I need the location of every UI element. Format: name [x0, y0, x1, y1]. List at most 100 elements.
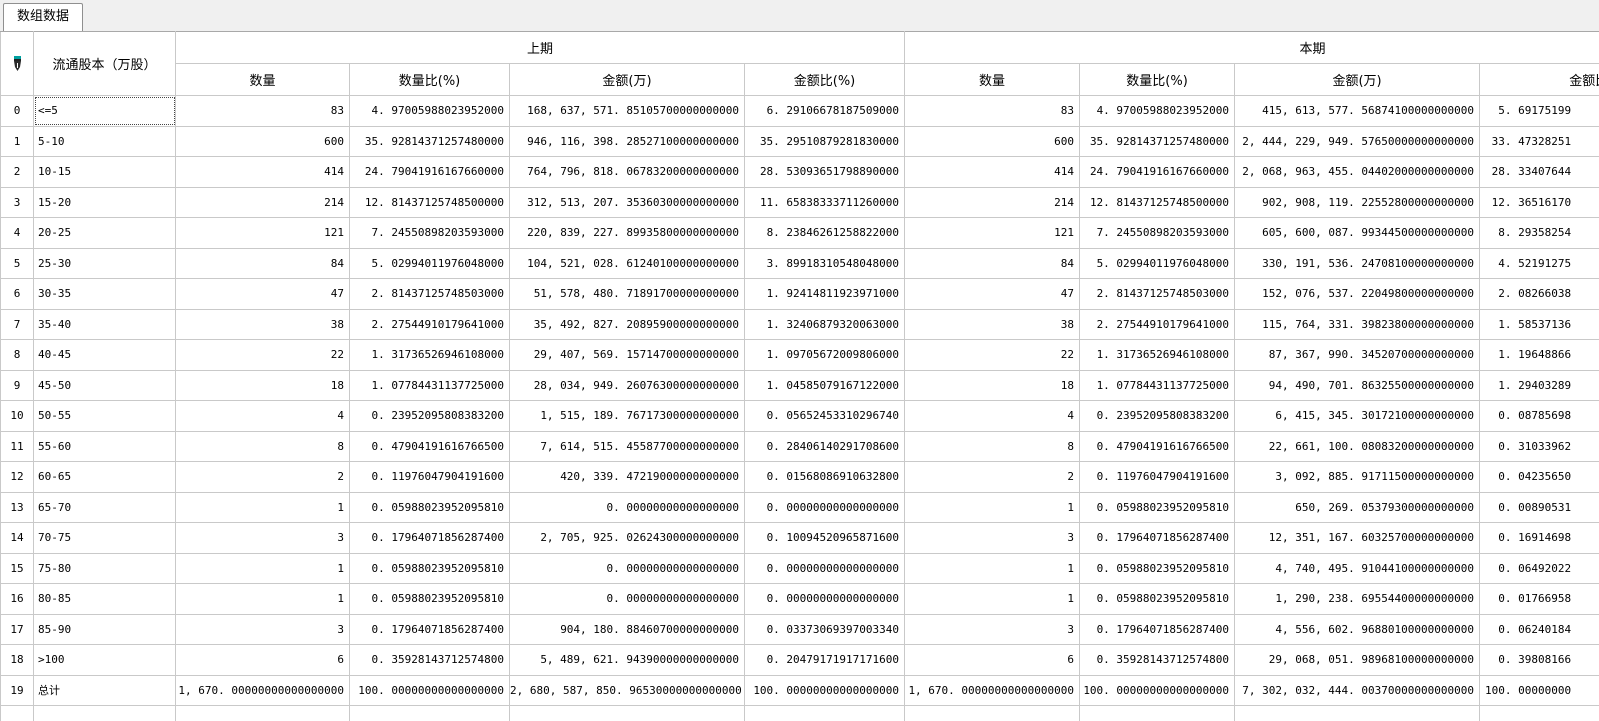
cell-prev-qty[interactable]: 18	[176, 370, 350, 401]
cell-cur-amount[interactable]: 115, 764, 331. 39823800000000000	[1235, 309, 1480, 340]
cell-share-range[interactable]: 总计	[34, 675, 176, 706]
row-index[interactable]: 13	[1, 492, 34, 523]
cell-cur-amount[interactable]: 94, 490, 701. 86325500000000000	[1235, 370, 1480, 401]
cell-share-range[interactable]: 55-60	[34, 431, 176, 462]
cell-cur-amount-pct[interactable]: 28. 33407644	[1480, 157, 1599, 188]
cell-prev-qty-pct[interactable]: 0. 05988023952095810	[350, 553, 510, 584]
cell-share-range[interactable]: 65-70	[34, 492, 176, 523]
cell-cur-qty[interactable]: 6	[905, 645, 1080, 676]
cell-cur-qty[interactable]: 47	[905, 279, 1080, 310]
col-header-cur-qty-pct[interactable]: 数量比(%)	[1080, 64, 1235, 96]
cell-prev-amount[interactable]: 51, 578, 480. 71891700000000000	[510, 279, 745, 310]
cell-prev-amount[interactable]: 220, 839, 227. 89935800000000000	[510, 218, 745, 249]
cell-cur-amount-pct[interactable]: 2. 08266038	[1480, 279, 1599, 310]
cell-prev-amount-pct[interactable]: 3. 89918310548048000	[745, 248, 905, 279]
cell-cur-qty[interactable]: 414	[905, 157, 1080, 188]
row-index[interactable]: 15	[1, 553, 34, 584]
cell-cur-amount[interactable]: 6, 415, 345. 30172100000000000	[1235, 401, 1480, 432]
cell-prev-amount-pct[interactable]: 8. 23846261258822000	[745, 218, 905, 249]
cell-prev-qty-pct[interactable]: 2. 27544910179641000	[350, 309, 510, 340]
cell-share-range[interactable]: 35-40	[34, 309, 176, 340]
cell-prev-amount[interactable]: 35, 492, 827. 20895900000000000	[510, 309, 745, 340]
cell-cur-amount[interactable]: 330, 191, 536. 24708100000000000	[1235, 248, 1480, 279]
cell-prev-qty[interactable]: 8	[176, 431, 350, 462]
row-index[interactable]: 7	[1, 309, 34, 340]
cell-prev-amount-pct[interactable]: 28. 53093651798890000	[745, 157, 905, 188]
cell-prev-amount[interactable]: 0. 00000000000000000	[510, 584, 745, 615]
cell-prev-amount[interactable]: 28, 034, 949. 26076300000000000	[510, 370, 745, 401]
cell-prev-amount[interactable]: 7, 614, 515. 45587700000000000	[510, 431, 745, 462]
cell-cur-amount-pct[interactable]: 0. 31033962	[1480, 431, 1599, 462]
cell-prev-amount[interactable]: 104, 521, 028. 61240100000000000	[510, 248, 745, 279]
col-header-prev-amount[interactable]: 金额(万)	[510, 64, 745, 96]
cell-cur-qty[interactable]: 1	[905, 492, 1080, 523]
cell-cur-amount-pct[interactable]: 0. 06240184	[1480, 614, 1599, 645]
cell-cur-qty-pct[interactable]: 0. 35928143712574800	[1080, 645, 1235, 676]
cell-cur-qty[interactable]: 84	[905, 248, 1080, 279]
cell-prev-qty-pct[interactable]: 12. 81437125748500000	[350, 187, 510, 218]
cell-prev-qty-pct[interactable]: 0. 05988023952095810	[350, 584, 510, 615]
cell-cur-amount[interactable]: 22, 661, 100. 08083200000000000	[1235, 431, 1480, 462]
cell-cur-amount-pct[interactable]: 1. 29403289	[1480, 370, 1599, 401]
cell-share-range[interactable]: 15-20	[34, 187, 176, 218]
col-header-prev-qty[interactable]: 数量	[176, 64, 350, 96]
cell-cur-qty[interactable]: 3	[905, 523, 1080, 554]
row-index[interactable]: 3	[1, 187, 34, 218]
cell-cur-amount-pct[interactable]: 33. 47328251	[1480, 126, 1599, 157]
cell-prev-amount[interactable]: 1, 515, 189. 76717300000000000	[510, 401, 745, 432]
cell-cur-qty-pct[interactable]: 24. 79041916167660000	[1080, 157, 1235, 188]
cell-share-range[interactable]: 70-75	[34, 523, 176, 554]
cell-share-range[interactable]: 85-90	[34, 614, 176, 645]
cell-cur-qty[interactable]: 38	[905, 309, 1080, 340]
cell-prev-qty-pct[interactable]: 5. 02994011976048000	[350, 248, 510, 279]
cell-cur-qty[interactable]: 1	[905, 553, 1080, 584]
cell-prev-qty[interactable]: 214	[176, 187, 350, 218]
cell-prev-qty[interactable]: 47	[176, 279, 350, 310]
cell-prev-qty[interactable]: 22	[176, 340, 350, 371]
cell-prev-qty-pct[interactable]: 1. 07784431137725000	[350, 370, 510, 401]
cell-cur-qty-pct[interactable]: 7. 24550898203593000	[1080, 218, 1235, 249]
cell-share-range[interactable]: 5-10	[34, 126, 176, 157]
cell-cur-amount[interactable]: 2, 068, 963, 455. 04402000000000000	[1235, 157, 1480, 188]
row-index[interactable]: 16	[1, 584, 34, 615]
tab-array-data[interactable]: 数组数据	[3, 3, 83, 31]
cell-cur-amount[interactable]: 7, 302, 032, 444. 00370000000000000	[1235, 675, 1480, 706]
row-index[interactable]: 9	[1, 370, 34, 401]
row-index[interactable]: 17	[1, 614, 34, 645]
cell-prev-qty[interactable]: 414	[176, 157, 350, 188]
cell-cur-qty[interactable]: 600	[905, 126, 1080, 157]
cell-prev-qty-pct[interactable]: 2. 81437125748503000	[350, 279, 510, 310]
cell-cur-qty-pct[interactable]: 5. 02994011976048000	[1080, 248, 1235, 279]
cell-cur-qty[interactable]: 4	[905, 401, 1080, 432]
cell-share-range[interactable]: 20-25	[34, 218, 176, 249]
cell-prev-qty-pct[interactable]: 0. 35928143712574800	[350, 645, 510, 676]
cell-cur-amount[interactable]: 650, 269. 05379300000000000	[1235, 492, 1480, 523]
cell-cur-qty-pct[interactable]: 0. 17964071856287400	[1080, 614, 1235, 645]
cell-cur-qty-pct[interactable]: 12. 81437125748500000	[1080, 187, 1235, 218]
cell-cur-amount[interactable]: 2, 444, 229, 949. 57650000000000000	[1235, 126, 1480, 157]
cell-cur-amount[interactable]: 3, 092, 885. 91711500000000000	[1235, 462, 1480, 493]
row-index[interactable]: 10	[1, 401, 34, 432]
cell-cur-amount[interactable]: 12, 351, 167. 60325700000000000	[1235, 523, 1480, 554]
cell-prev-qty-pct[interactable]: 0. 17964071856287400	[350, 614, 510, 645]
cell-cur-qty-pct[interactable]: 2. 27544910179641000	[1080, 309, 1235, 340]
cell-prev-qty-pct[interactable]: 0. 23952095808383200	[350, 401, 510, 432]
cell-prev-qty-pct[interactable]: 0. 47904191616766500	[350, 431, 510, 462]
cell-cur-qty[interactable]: 3	[905, 614, 1080, 645]
col-header-cur-amount[interactable]: 金额(万)	[1235, 64, 1480, 96]
cell-cur-qty-pct[interactable]: 0. 05988023952095810	[1080, 492, 1235, 523]
cell-prev-qty[interactable]: 2	[176, 462, 350, 493]
cell-prev-amount[interactable]: 2, 705, 925. 02624300000000000	[510, 523, 745, 554]
cell-prev-amount-pct[interactable]: 0. 20479171917171600	[745, 645, 905, 676]
cell-prev-qty[interactable]: 1, 670. 00000000000000000	[176, 675, 350, 706]
cell-cur-qty[interactable]: 2	[905, 462, 1080, 493]
cell-share-range[interactable]: 60-65	[34, 462, 176, 493]
cell-prev-amount[interactable]: 420, 339. 47219000000000000	[510, 462, 745, 493]
cell-prev-qty[interactable]: 4	[176, 401, 350, 432]
cell-cur-qty[interactable]: 1	[905, 584, 1080, 615]
cell-prev-amount-pct[interactable]: 1. 92414811923971000	[745, 279, 905, 310]
cell-prev-amount-pct[interactable]: 0. 03373069397003340	[745, 614, 905, 645]
cell-share-range[interactable]: 45-50	[34, 370, 176, 401]
cell-prev-amount-pct[interactable]: 1. 09705672009806000	[745, 340, 905, 371]
col-header-prev-qty-pct[interactable]: 数量比(%)	[350, 64, 510, 96]
